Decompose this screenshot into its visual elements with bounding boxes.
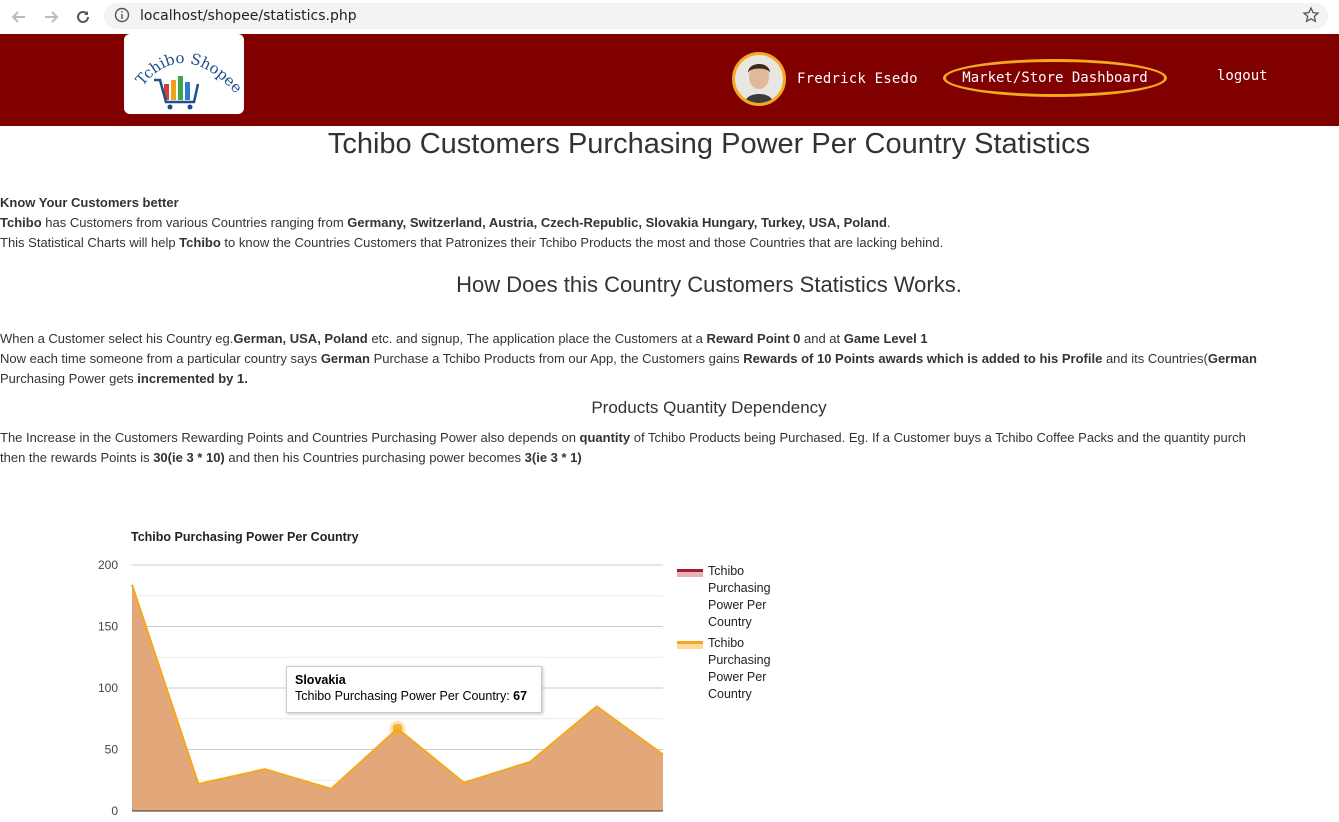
site-logo[interactable]: Tchibo Shopee <box>124 34 244 114</box>
url-text: localhost/shopee/statistics.php <box>140 8 357 24</box>
legend-label: Tchibo Purchasing Power Per Country <box>708 636 771 701</box>
legend-swatch <box>677 569 703 577</box>
text: German, USA, Poland <box>233 331 368 346</box>
y-tick-label: 100 <box>98 681 118 695</box>
how-paragraph-1: When a Customer select his Country eg.Ge… <box>0 329 928 349</box>
address-bar[interactable]: localhost/shopee/statistics.php <box>104 3 1328 29</box>
text: The Increase in the Customers Rewarding … <box>0 430 580 445</box>
y-tick-label: 200 <box>98 558 118 572</box>
quantity-paragraph-2: then the rewards Points is 30(ie 3 * 10)… <box>0 448 582 468</box>
bookmark-star-icon[interactable] <box>1302 6 1320 29</box>
forward-arrow-icon <box>45 11 59 23</box>
data-point-halo <box>389 720 406 737</box>
text: This Statistical Charts will help <box>0 235 180 250</box>
chart-title: Tchibo Purchasing Power Per Country <box>131 530 359 544</box>
dashboard-button-label: Market/Store Dashboard <box>962 70 1148 86</box>
y-tick-label: 150 <box>98 620 118 634</box>
logout-link[interactable]: logout <box>1217 68 1268 84</box>
legend-item[interactable]: Tchibo Purchasing Power Per Country <box>677 635 787 703</box>
tooltip-label: Tchibo Purchasing Power Per Country: <box>295 689 514 703</box>
back-button[interactable] <box>8 6 30 28</box>
chart-legend: Tchibo Purchasing Power Per Country Tchi… <box>677 563 787 707</box>
text: Reward Point 0 <box>706 331 801 346</box>
site-header: Tchibo Shopee Fredrick Esedo Market/Stor… <box>0 34 1339 126</box>
quantity-heading: Products Quantity Dependency <box>591 398 827 417</box>
quantity-paragraph-1: The Increase in the Customers Rewarding … <box>0 428 1246 448</box>
user-avatar[interactable] <box>732 52 786 106</box>
brand-text: Tchibo <box>179 235 221 250</box>
market-store-dashboard-button[interactable]: Market/Store Dashboard <box>943 59 1167 97</box>
text: Now each time someone from a particular … <box>0 351 321 366</box>
text: and at <box>800 331 844 346</box>
legend-label: Tchibo Purchasing Power Per Country <box>708 564 771 629</box>
how-paragraph-3: Purchasing Power gets incremented by 1. <box>0 369 248 389</box>
text: has Customers from various Countries ran… <box>41 215 348 230</box>
text: Purchasing Power gets <box>0 371 138 386</box>
shopping-cart-logo-icon: Tchibo Shopee <box>132 49 244 110</box>
text: to know the Countries Customers that Pat… <box>220 235 944 250</box>
text: Game Level 1 <box>843 331 928 346</box>
chart-tooltip: Slovakia Tchibo Purchasing Power Per Cou… <box>286 666 542 713</box>
text: German <box>1207 351 1257 366</box>
text: German <box>320 351 370 366</box>
text: incremented by 1. <box>137 371 248 386</box>
reload-icon <box>77 10 89 23</box>
legend-item[interactable]: Tchibo Purchasing Power Per Country <box>677 563 787 631</box>
text: Rewards of 10 Points awards which is add… <box>743 351 1103 366</box>
how-it-works-heading: How Does this Country Customers Statisti… <box>456 272 962 297</box>
y-tick-label: 50 <box>105 743 119 757</box>
intro-line-2: This Statistical Charts will help Tchibo… <box>0 233 943 253</box>
y-tick-label: 0 <box>111 804 118 818</box>
how-paragraph-2: Now each time someone from a particular … <box>0 349 1257 369</box>
page-title: Tchibo Customers Purchasing Power Per Co… <box>327 128 1091 160</box>
text: and its Countries( <box>1102 351 1208 366</box>
forward-button[interactable] <box>40 6 62 28</box>
text: When a Customer select his Country eg. <box>0 331 234 346</box>
text: . <box>886 215 891 230</box>
text: quantity <box>579 430 631 445</box>
info-icon[interactable] <box>114 7 130 28</box>
intro-line-1: Tchibo has Customers from various Countr… <box>0 213 891 233</box>
text: then the rewards Points is <box>0 450 154 465</box>
legend-swatch <box>677 641 703 649</box>
intro-heading: Know Your Customers better <box>0 195 179 210</box>
text: etc. and signup, The application place t… <box>367 331 707 346</box>
user-name[interactable]: Fredrick Esedo <box>797 71 918 87</box>
back-arrow-icon <box>11 11 25 23</box>
reload-button[interactable] <box>72 6 94 28</box>
tooltip-value: 67 <box>513 689 528 703</box>
text: Purchase a Tchibo Products from our App,… <box>369 351 744 366</box>
text: 3(ie 3 * 1) <box>524 450 582 465</box>
text: 30(ie 3 * 10) <box>153 450 225 465</box>
text: and then his Countries purchasing power … <box>224 450 525 465</box>
browser-toolbar: localhost/shopee/statistics.php <box>0 0 1339 35</box>
text: of Tchibo Products being Purchased. Eg. … <box>630 430 1246 445</box>
tooltip-title: Slovakia <box>295 673 346 687</box>
brand-text: Tchibo <box>0 215 42 230</box>
countries-list: Germany, Switzerland, Austria, Czech-Rep… <box>347 215 887 230</box>
